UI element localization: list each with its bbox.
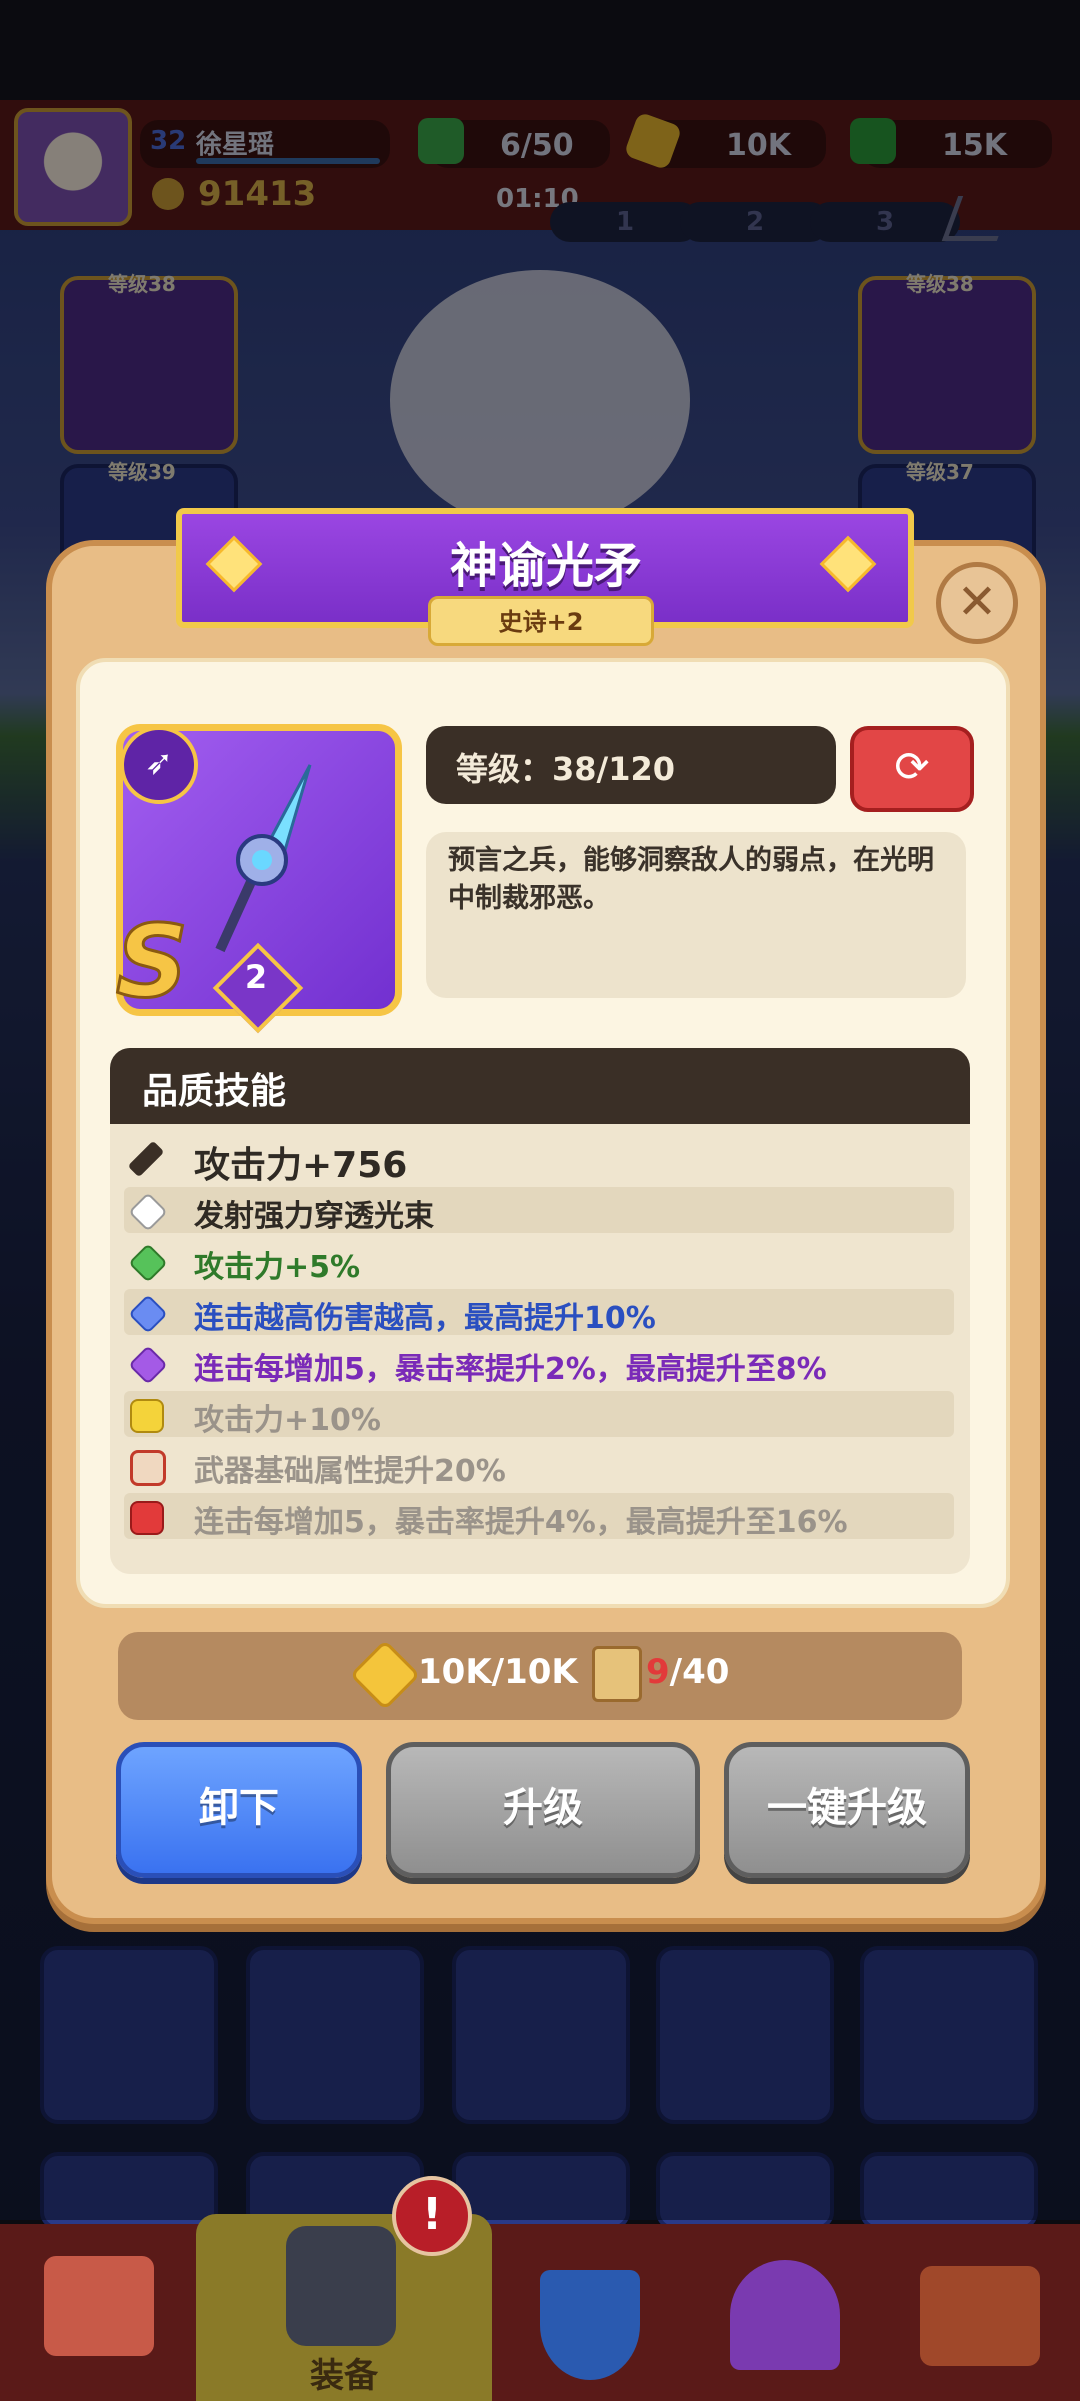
blue-gem-icon	[128, 1294, 168, 1334]
armor-icon	[286, 2226, 396, 2346]
gold-lock-icon	[130, 1399, 164, 1433]
one-click-upgrade-button[interactable]: 一键升级	[724, 1742, 970, 1878]
item-level: 等级：38/120	[456, 750, 676, 788]
nav-equip-label: 装备	[310, 2356, 378, 2396]
skill-row: 武器基础属性提升20%	[124, 1442, 954, 1489]
skill-text: 攻击力+756	[194, 1145, 408, 1186]
star-count: 2	[244, 958, 268, 996]
refresh-icon: ⟳	[894, 742, 930, 791]
scroll-required: /40	[669, 1652, 730, 1692]
reroll-button[interactable]: ⟳	[850, 726, 974, 812]
red-lock-icon	[130, 1501, 164, 1535]
skill-text: 武器基础属性提升20%	[194, 1454, 506, 1489]
notification-badge: !	[392, 2176, 472, 2256]
green-gem-icon	[128, 1243, 168, 1283]
unequip-button[interactable]: 卸下	[116, 1742, 362, 1878]
scroll-icon	[592, 1646, 642, 1702]
skill-row: 连击越高伤害越高，最高提升10%	[124, 1289, 954, 1336]
skills-title: 品质技能	[142, 1071, 287, 1112]
white-gem-icon	[128, 1192, 168, 1232]
gold-cost: 10K/10K	[418, 1652, 578, 1692]
scroll-cost: 9/40	[646, 1652, 729, 1692]
nav-shop-icon[interactable]	[44, 2256, 154, 2356]
skill-text: 连击越高伤害越高，最高提升10%	[194, 1301, 656, 1336]
spear-icon	[215, 764, 312, 953]
skill-text: 连击每增加5，暴击率提升4%，最高提升至16%	[194, 1505, 848, 1540]
purple-gem-icon	[128, 1345, 168, 1385]
skill-row: 攻击力+10%	[124, 1391, 954, 1438]
upgrade-button[interactable]: 升级	[386, 1742, 700, 1878]
nav-trophy-icon[interactable]	[730, 2260, 840, 2370]
close-icon: ✕	[956, 574, 998, 630]
skill-text: 攻击力+10%	[194, 1403, 381, 1438]
nav-battle-icon[interactable]	[920, 2266, 1040, 2366]
sword-icon	[127, 1140, 165, 1178]
skill-row: 攻击力+5%	[124, 1238, 954, 1285]
skill-row: 连击每增加5，暴击率提升2%，最高提升至8%	[124, 1340, 954, 1387]
nav-shield-icon[interactable]	[540, 2270, 640, 2380]
skill-row: 发射强力穿透光束	[124, 1187, 954, 1234]
close-button[interactable]: ✕	[936, 562, 1018, 644]
rarity-label: 史诗+2	[498, 608, 584, 636]
item-description: 预言之兵，能够洞察敌人的弱点，在光明中制裁邪恶。	[448, 845, 934, 914]
scroll-owned: 9	[646, 1652, 670, 1692]
lock-3-icon	[130, 1450, 166, 1486]
skill-text: 连击每增加5，暴击率提升2%，最高提升至8%	[194, 1352, 827, 1387]
skill-text: 发射强力穿透光束	[194, 1199, 434, 1234]
skill-row: 攻击力+756	[124, 1136, 954, 1186]
skill-text: 攻击力+5%	[194, 1250, 361, 1285]
skill-row: 连击每增加5，暴击率提升4%，最高提升至16%	[124, 1493, 954, 1540]
bow-class-icon: ➶	[120, 726, 198, 804]
item-name: 神谕光矛	[449, 538, 642, 594]
rank-letter: S	[114, 903, 189, 1020]
